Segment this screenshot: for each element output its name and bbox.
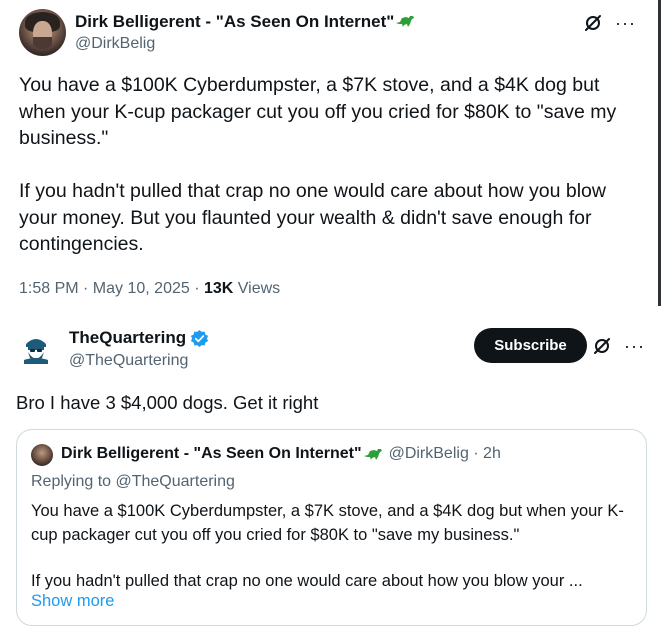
- timestamp[interactable]: 1:58 PM · May 10, 2025 ·: [19, 280, 204, 297]
- tweet-paragraph: You have a $100K Cyberdumpster, a $7K st…: [19, 74, 617, 149]
- show-more-link[interactable]: Show more: [31, 592, 114, 611]
- avatar[interactable]: [19, 9, 66, 56]
- quoted-paragraph: If you hadn't pulled that crap no one wo…: [31, 572, 583, 590]
- display-name[interactable]: Dirk Belligerent - "As Seen On Internet": [75, 12, 415, 32]
- tweet-text: Bro I have 3 $4,000 dogs. Get it right: [16, 392, 319, 413]
- quoted-avatar[interactable]: [31, 444, 53, 466]
- quoted-tweet[interactable]: Dirk Belligerent - "As Seen On Internet"…: [16, 429, 647, 626]
- quoted-paragraph: You have a $100K Cyberdumpster, a $7K st…: [31, 502, 624, 544]
- quoted-display-name[interactable]: Dirk Belligerent - "As Seen On Internet": [61, 445, 362, 463]
- dinosaur-emoji-icon: [396, 16, 415, 27]
- tweet-actions: ···: [583, 13, 636, 33]
- quoted-handle-time[interactable]: @DirkBelig · 2h: [389, 445, 501, 463]
- tweet-card[interactable]: Dirk Belligerent - "As Seen On Internet"…: [0, 0, 661, 310]
- more-icon[interactable]: ···: [615, 14, 636, 32]
- tweet-text: You have a $100K Cyberdumpster, a $7K st…: [19, 72, 649, 258]
- verified-badge-icon: [191, 329, 209, 347]
- handle[interactable]: @DirkBelig: [75, 35, 155, 53]
- avatar[interactable]: [22, 334, 50, 364]
- grok-icon[interactable]: [583, 13, 603, 33]
- tweet-meta: 1:58 PM · May 10, 2025 · 13K Views: [19, 280, 280, 298]
- more-icon[interactable]: ···: [624, 337, 645, 355]
- quoted-text: You have a $100K Cyberdumpster, a $7K st…: [31, 499, 637, 593]
- display-name-text[interactable]: Dirk Belligerent - "As Seen On Internet": [75, 12, 394, 31]
- tweet-paragraph: If you hadn't pulled that crap no one wo…: [19, 180, 606, 255]
- dinosaur-emoji-icon: [363, 449, 382, 460]
- views-label: Views: [233, 280, 281, 297]
- display-name-text[interactable]: TheQuartering: [69, 328, 186, 348]
- grok-icon[interactable]: [592, 336, 612, 356]
- avatar-beard: [33, 37, 52, 49]
- display-name[interactable]: TheQuartering: [69, 328, 209, 348]
- tweet-actions: ···: [592, 336, 645, 356]
- subscribe-button[interactable]: Subscribe: [474, 328, 587, 363]
- quoted-header: Dirk Belligerent - "As Seen On Internet"…: [61, 445, 501, 463]
- tweet-card[interactable]: TheQuartering @TheQuartering Subscribe ·…: [0, 312, 661, 639]
- views-count: 13K: [203, 280, 234, 297]
- replying-to[interactable]: Replying to @TheQuartering: [31, 473, 235, 491]
- handle[interactable]: @TheQuartering: [69, 352, 188, 370]
